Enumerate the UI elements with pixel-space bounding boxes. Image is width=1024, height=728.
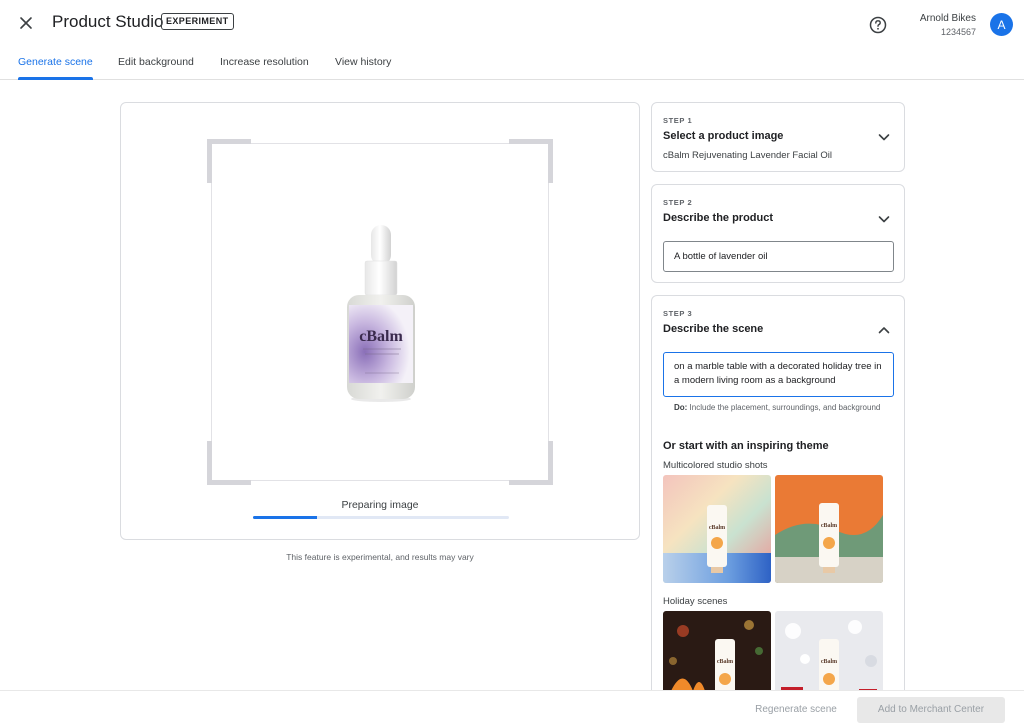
step-label: STEP 2: [663, 198, 693, 207]
chevron-down-icon[interactable]: [877, 212, 891, 226]
selected-product-name: cBalm Rejuvenating Lavender Facial Oil: [663, 150, 832, 161]
step-label: STEP 1: [663, 116, 693, 125]
theme-group-label: Multicolored studio shots: [663, 460, 768, 471]
image-frame: cBalm: [207, 139, 553, 485]
preparing-status: Preparing image: [341, 499, 419, 511]
top-app-bar: Product Studio EXPERIMENT Arnold Bikes 1…: [0, 0, 1024, 44]
theme-group-label: Holiday scenes: [663, 596, 728, 607]
step-1-card[interactable]: STEP 1 Select a product image cBalm Reju…: [651, 102, 905, 172]
theme-heading: Or start with an inspiring theme: [663, 440, 829, 452]
account-id: 1234567: [940, 27, 976, 37]
tab-generate-scene[interactable]: Generate scene: [18, 44, 93, 80]
help-icon: [869, 16, 887, 34]
app-title: Product Studio: [52, 12, 164, 31]
theme-thumbnail-studio-2[interactable]: cBalm: [775, 475, 883, 583]
chevron-down-icon[interactable]: [877, 130, 891, 144]
thumbnail-brand-label: cBalm: [821, 523, 837, 529]
thumbnail-brand-label: cBalm: [709, 525, 725, 531]
product-brand-label: cBalm: [359, 328, 403, 345]
step-title: Describe the product: [663, 212, 774, 224]
frame-corner: [509, 441, 553, 485]
frame-corner: [509, 139, 553, 183]
step-3-card: STEP 3 Describe the scene on a marble ta…: [651, 295, 905, 719]
chevron-up-icon[interactable]: [877, 323, 891, 337]
progress-bar-fill: [253, 516, 317, 519]
experimental-disclaimer: This feature is experimental, and result…: [286, 552, 474, 562]
account-name: Arnold Bikes: [919, 13, 976, 24]
help-button[interactable]: [868, 15, 888, 35]
thumbnail-brand-label: cBalm: [717, 659, 733, 665]
close-icon: [20, 17, 32, 29]
step-label: STEP 3: [663, 309, 693, 318]
progress-bar: [253, 516, 509, 519]
product-image: cBalm: [347, 225, 415, 402]
experiment-badge: EXPERIMENT: [161, 13, 234, 30]
preview-panel: cBalm Preparing image: [120, 102, 640, 540]
tab-increase-resolution[interactable]: Increase resolution: [220, 44, 309, 79]
action-footer: Regenerate scene Add to Merchant Center: [0, 690, 1024, 728]
account-info: Arnold Bikes 1234567: [920, 13, 976, 37]
add-to-merchant-center-button[interactable]: Add to Merchant Center: [857, 697, 1005, 723]
tab-edit-background[interactable]: Edit background: [118, 44, 194, 79]
step-title: Select a product image: [663, 130, 784, 142]
scene-description-input[interactable]: on a marble table with a decorated holid…: [663, 352, 894, 397]
frame-corner: [207, 441, 251, 485]
step-2-card[interactable]: STEP 2 Describe the product A bottle of …: [651, 184, 905, 283]
theme-thumbnail-studio-1[interactable]: cBalm: [663, 475, 771, 583]
close-button[interactable]: [14, 11, 38, 35]
tab-bar: Generate scene Edit background Increase …: [0, 44, 1024, 80]
product-description-input[interactable]: A bottle of lavender oil: [663, 241, 894, 272]
thumbnail-brand-label: cBalm: [821, 659, 837, 665]
frame-corner: [207, 139, 251, 183]
regenerate-scene-button[interactable]: Regenerate scene: [741, 697, 851, 723]
tab-view-history[interactable]: View history: [335, 44, 391, 79]
scene-hint: Do: Include the placement, surroundings,…: [674, 402, 884, 413]
hint-text: Include the placement, surroundings, and…: [687, 403, 881, 412]
avatar[interactable]: A: [990, 13, 1013, 36]
step-title: Describe the scene: [663, 323, 764, 335]
hint-label: Do:: [674, 403, 688, 412]
